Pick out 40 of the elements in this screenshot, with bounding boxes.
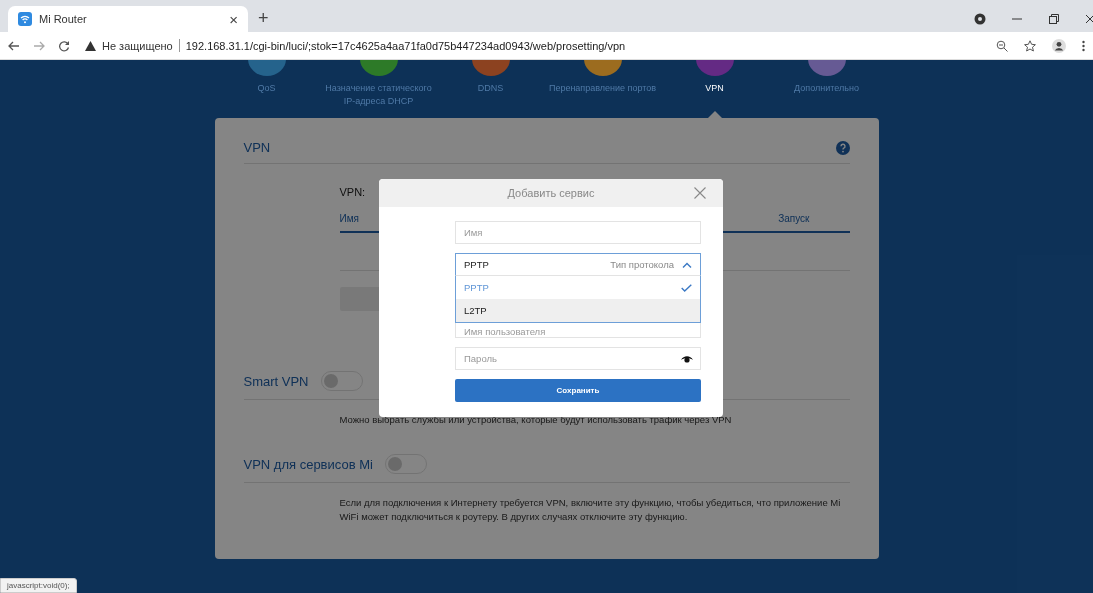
record-icon[interactable]	[974, 13, 986, 25]
save-button[interactable]: Сохранить	[455, 379, 701, 402]
warning-icon	[85, 40, 96, 51]
toggle-switch[interactable]	[320, 371, 363, 391]
field-label: VPN:	[339, 186, 366, 198]
column-header: Запуск	[778, 213, 810, 224]
address-bar[interactable]: Не защищено 192.168.31.1/cgi-bin/luci/;stok=17c4625a4aa71fa0d75b447234ad0943/web/prosetting/vpn	[85, 39, 983, 52]
checkmark-icon	[681, 283, 692, 292]
tab-title: Mi Router	[39, 13, 88, 25]
close-icon[interactable]	[1085, 13, 1093, 25]
status-bar-url: javascript:void(0);	[0, 578, 77, 593]
zoom-icon[interactable]	[996, 39, 1008, 52]
help-icon[interactable]	[835, 140, 850, 155]
description-text: Можно выбрать службы или устройства, которые будут использовать трафик через VPN	[338, 413, 733, 427]
nav-item[interactable]: VPN	[658, 60, 771, 108]
dialog-title: Добавить сервис	[507, 187, 595, 199]
browser-tab[interactable]: Mi Router ×	[8, 6, 248, 32]
wifi-icon	[18, 12, 32, 26]
restore-icon[interactable]	[1048, 13, 1060, 25]
close-icon[interactable]: ×	[229, 10, 238, 28]
security-label: Не защищено	[102, 39, 173, 52]
toggle-switch[interactable]	[384, 454, 427, 474]
reload-icon[interactable]	[58, 39, 70, 52]
toggle-label: Smart VPN	[243, 373, 309, 389]
eye-icon[interactable]	[681, 355, 693, 363]
toggle-label: VPN для сервисов Mi	[243, 456, 373, 472]
profile-icon[interactable]	[1052, 38, 1066, 53]
dropdown-hint: Тип протокола	[610, 259, 674, 270]
dropdown-option[interactable]: L2TP	[456, 299, 700, 322]
password-field[interactable]: Пароль	[455, 347, 701, 370]
name-field[interactable]: Имя	[455, 221, 701, 244]
column-header: Имя	[339, 213, 359, 224]
description-text: Если для подключения к Интернету требуется VPN, включите эту функцию, чтобы убедиться, что приложение Mi WiFi может подключиться к роутеру. В других случаях отключите эту функцию.	[338, 496, 842, 524]
new-tab-button[interactable]: +	[258, 8, 269, 28]
url-text: 192.168.31.1/cgi-bin/luci/;stok=17c4625a4aa71fa0d75b447234ad0943/web/prosetting/vpn	[185, 39, 626, 52]
chevron-up-icon	[682, 261, 692, 268]
star-icon[interactable]	[1024, 39, 1036, 52]
back-arrow-icon[interactable]	[8, 39, 20, 52]
menu-icon[interactable]	[1082, 39, 1085, 52]
section-title: VPN	[243, 140, 271, 155]
